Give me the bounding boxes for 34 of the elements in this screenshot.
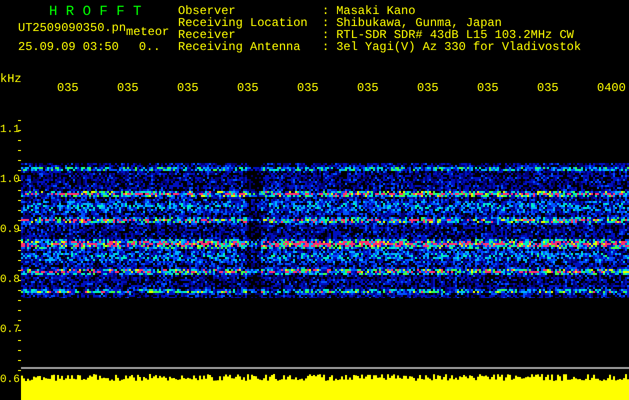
info-label: Observer	[178, 5, 236, 17]
unit-label: kHz	[0, 73, 22, 85]
time-label: 035	[357, 82, 380, 95]
frequency-label: 0.7	[0, 325, 20, 336]
app-title: H R O F F T	[48, 5, 142, 19]
time-label: 035	[417, 82, 440, 95]
info-value: 3el Yagi(V) Az 330 for Vladivostok	[336, 41, 582, 53]
mode-label: meteor	[126, 26, 170, 38]
info-value: Shibukawa, Gunma, Japan	[336, 17, 502, 29]
date-time: 25.09.09 03:50	[18, 41, 119, 53]
frequency-label: 0.8	[0, 275, 20, 286]
count-label: 0..	[138, 41, 160, 53]
info-separator: :	[322, 29, 330, 41]
time-label: 035	[57, 82, 80, 95]
info-separator: :	[322, 41, 330, 53]
time-label: 035	[537, 82, 560, 95]
time-label: 035	[117, 82, 140, 95]
time-label: 035	[237, 82, 260, 95]
time-label: 0400	[597, 82, 627, 95]
info-label: Receiver	[178, 29, 236, 41]
frequency-label: 1.0	[0, 175, 20, 186]
frequency-label: 1.1	[0, 125, 20, 136]
info-value: Masaki Kano	[336, 5, 416, 17]
info-label: Receiving Location	[178, 17, 309, 29]
frequency-label: 0.9	[0, 225, 20, 236]
time-label: 035	[477, 82, 500, 95]
frequency-label: 0.6	[0, 375, 20, 386]
info-separator: :	[322, 5, 330, 17]
info-separator: :	[322, 17, 330, 29]
file-name: UT2509090350.pn	[18, 22, 126, 34]
time-label: 035	[297, 82, 320, 95]
info-value: RTL-SDR SDR# 43dB L15 103.2MHz CW	[336, 29, 574, 41]
time-label: 035	[177, 82, 200, 95]
info-label: Receiving Antenna	[178, 41, 302, 53]
